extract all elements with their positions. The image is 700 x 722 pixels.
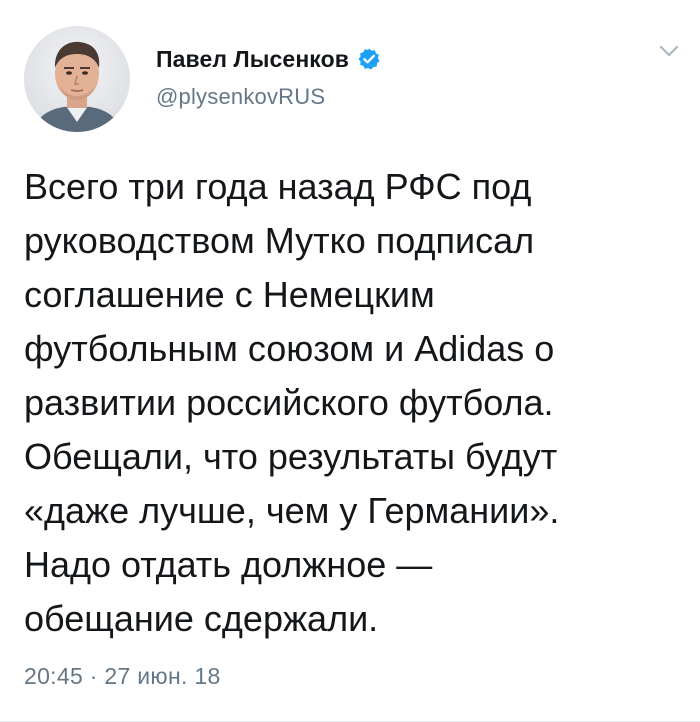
tweet-text-line: соглашение с Немецким xyxy=(24,274,435,315)
tweet-text-line: развитии российского футбола. xyxy=(24,382,554,423)
tweet-card: Павел Лысенков @plysenkovRUS Всего три г… xyxy=(0,0,700,722)
avatar[interactable] xyxy=(24,26,130,132)
verified-badge-icon xyxy=(357,47,381,71)
user-handle[interactable]: @plysenkovRUS xyxy=(156,84,381,110)
tweet-text-line: Всего три года назад РФС под xyxy=(24,166,532,207)
avatar-image xyxy=(24,26,130,132)
author-block: Павел Лысенков @plysenkovRUS xyxy=(156,44,381,110)
display-name[interactable]: Павел Лысенков xyxy=(156,46,349,73)
tweet-text-line: руководством Мутко подписал xyxy=(24,220,535,261)
tweet-text-line: Обещали, что результаты будут xyxy=(24,436,558,477)
tweet-text-line: «даже лучше, чем у Германии». xyxy=(24,490,560,531)
tweet-timestamp[interactable]: 20:45 · 27 июн. 18 xyxy=(24,663,221,690)
name-row: Павел Лысенков xyxy=(156,44,381,74)
tweet-text-line: футбольным союзом и Adidas о xyxy=(24,328,555,369)
tweet-text-line: обещание сдержали. xyxy=(24,598,379,639)
chevron-down-icon[interactable] xyxy=(658,44,680,58)
tweet-text-line: Надо отдать должное — xyxy=(24,544,433,585)
tweet-text: Всего три года назад РФС под руководство… xyxy=(24,160,684,646)
